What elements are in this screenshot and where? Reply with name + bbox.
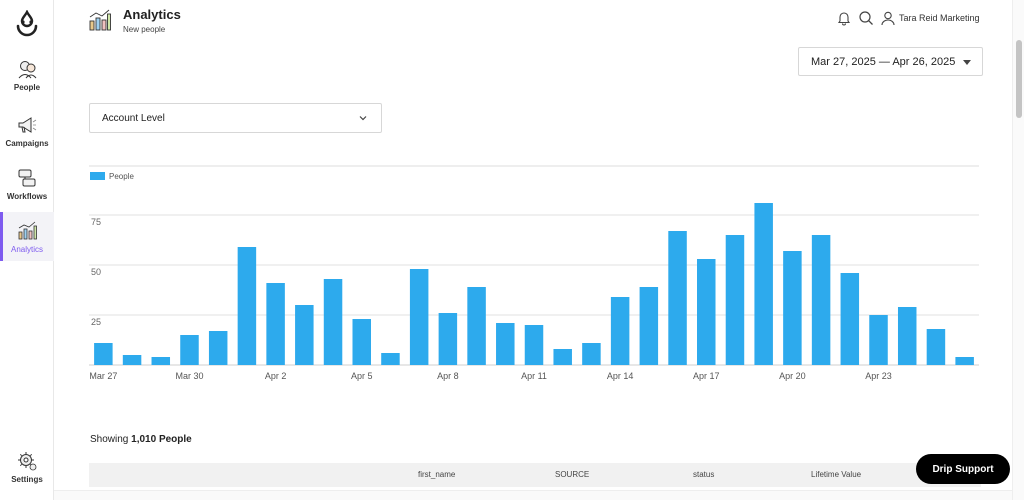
chart-bar[interactable]: [122, 355, 142, 365]
analytics-icon: [18, 221, 37, 240]
chart-bar[interactable]: [409, 269, 429, 365]
table-header: first_name SOURCE status Lifetime Value: [89, 463, 981, 487]
y-tick-label: 25: [91, 317, 101, 327]
page-title: Analytics: [123, 7, 181, 22]
people-icon: [18, 61, 37, 79]
chart-bar[interactable]: [697, 259, 716, 365]
chevron-down-icon: [359, 116, 367, 121]
column-header-lifetime-value[interactable]: Lifetime Value: [811, 470, 861, 479]
sidebar-item-label: Campaigns: [5, 139, 49, 148]
gear-icon: [18, 452, 37, 471]
drip-support-button[interactable]: Drip Support: [916, 454, 1010, 484]
sidebar-item-analytics[interactable]: Analytics: [0, 212, 54, 261]
sidebar-item-campaigns[interactable]: Campaigns: [0, 114, 54, 164]
chart-bar[interactable]: [151, 357, 171, 365]
chart-bar[interactable]: [754, 203, 773, 365]
chart-bar[interactable]: [582, 343, 601, 365]
y-tick-label: 50: [91, 267, 101, 277]
horizontal-scrollbar[interactable]: [54, 490, 1012, 500]
bell-icon[interactable]: [836, 10, 852, 26]
chart-bar[interactable]: [467, 287, 486, 365]
y-tick-label: 75: [91, 217, 101, 227]
column-header-first-name[interactable]: first_name: [418, 470, 455, 479]
analytics-header-icon: [89, 9, 111, 31]
chart-bar[interactable]: [208, 331, 228, 365]
user-icon[interactable]: [880, 10, 896, 26]
account-name[interactable]: Tara Reid Marketing: [899, 13, 980, 23]
chart-bar[interactable]: [725, 235, 745, 365]
sidebar-item-settings[interactable]: Settings: [0, 450, 54, 500]
x-tick-label: Apr 14: [607, 371, 634, 381]
app-root: People Campaigns Workflows Analytics Set…: [0, 0, 1024, 500]
date-range-picker[interactable]: Mar 27, 2025 — Apr 26, 2025: [798, 47, 983, 76]
chart-bar[interactable]: [524, 325, 544, 365]
x-tick-label: Apr 17: [693, 371, 720, 381]
legend-label[interactable]: People: [109, 172, 134, 181]
page-subtitle: New people: [123, 25, 166, 34]
x-tick-label: Apr 2: [265, 371, 287, 381]
x-tick-label: Apr 8: [437, 371, 459, 381]
vertical-scrollbar[interactable]: [1012, 0, 1024, 500]
chart-bar[interactable]: [668, 231, 687, 365]
sidebar: People Campaigns Workflows Analytics Set…: [0, 0, 54, 500]
x-tick-label: Apr 23: [865, 371, 892, 381]
chart-bar[interactable]: [237, 247, 257, 365]
results-count-prefix: Showing: [90, 434, 132, 445]
chart-bar[interactable]: [352, 319, 371, 365]
x-tick-label: Mar 30: [175, 371, 203, 381]
chart-bar[interactable]: [811, 235, 831, 365]
results-count: Showing 1,010 People: [90, 434, 192, 445]
x-tick-label: Apr 11: [521, 371, 547, 381]
chart-bar[interactable]: [897, 307, 917, 365]
chart-bar[interactable]: [323, 279, 343, 365]
chart-bar[interactable]: [94, 343, 113, 365]
chart-bar[interactable]: [266, 283, 285, 365]
header-actions: Tara Reid Marketing: [836, 10, 980, 26]
scrollbar-thumb[interactable]: [1016, 40, 1022, 118]
column-header-source[interactable]: SOURCE: [555, 470, 589, 479]
sidebar-item-label: People: [13, 83, 41, 92]
account-level-select[interactable]: Account Level: [89, 103, 382, 133]
column-header-status[interactable]: status: [693, 470, 714, 479]
search-icon[interactable]: [858, 10, 874, 26]
drip-logo-icon[interactable]: [13, 10, 41, 38]
chart-bar[interactable]: [955, 357, 974, 365]
date-range-value: Mar 27, 2025 — Apr 26, 2025: [811, 55, 956, 68]
sidebar-item-label: Analytics: [10, 245, 43, 254]
chart-bar[interactable]: [840, 273, 860, 365]
x-tick-label: Apr 20: [779, 371, 806, 381]
chart-bar[interactable]: [639, 287, 659, 365]
chart-bars: [94, 203, 974, 365]
sidebar-item-label: Workflows: [6, 192, 48, 201]
chart-bar[interactable]: [295, 305, 314, 365]
chart-x-ticks: Mar 27 Mar 30 Apr 2 Apr 5 Apr 8 Apr 11 Apr 14 A…: [89, 371, 891, 381]
chart-bar[interactable]: [783, 251, 802, 365]
workflow-icon: [18, 169, 36, 187]
chart-bar[interactable]: [438, 313, 458, 365]
megaphone-icon: [18, 117, 37, 133]
chart-bar[interactable]: [926, 329, 946, 365]
legend-swatch: [90, 172, 105, 180]
chart-bar[interactable]: [180, 335, 199, 365]
x-tick-label: Mar 27: [89, 371, 117, 381]
sidebar-item-label: Settings: [11, 475, 43, 484]
chart-bar[interactable]: [496, 323, 515, 365]
chart-bar[interactable]: [610, 297, 630, 365]
chart-bar[interactable]: [553, 349, 572, 365]
chart-bar[interactable]: [381, 353, 400, 365]
account-level-value: Account Level: [102, 112, 165, 124]
sidebar-item-people[interactable]: People: [0, 58, 54, 108]
chart-bar[interactable]: [869, 315, 888, 365]
sidebar-item-workflows[interactable]: Workflows: [0, 167, 54, 217]
caret-down-icon: [963, 60, 971, 65]
results-count-value: 1,010 People: [131, 434, 192, 445]
x-tick-label: Apr 5: [351, 371, 373, 381]
